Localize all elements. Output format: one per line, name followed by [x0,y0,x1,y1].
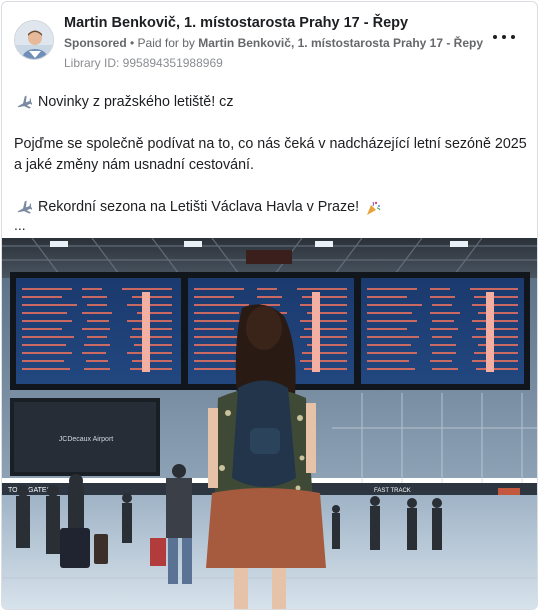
sponsored-label[interactable]: Sponsored [64,36,127,50]
paid-for-prefix: Paid for by [137,36,199,50]
sponsored-line: Sponsored • Paid for by Martin Benkovič,… [64,36,483,50]
ad-post-card: Martin Benkovič, 1. místostarosta Prahy … [1,1,538,610]
more-dots-icon[interactable] [493,30,515,44]
post-text: Novinky z pražského letiště! cz Pojďme s… [14,92,529,232]
meta-separator: • [126,36,138,50]
more-dot [493,35,497,39]
party-popper-icon [365,200,381,216]
author-name[interactable]: Martin Benkovič, 1. místostarosta Prahy … [64,15,408,31]
sign-to: TO [8,487,18,494]
sign-fast-track: FAST TRACK [374,488,411,494]
headline-text: Novinky z pražského letiště! cz [38,94,234,110]
more-dot [502,35,506,39]
headline-line: Novinky z pražského letiště! cz [14,92,529,113]
author-avatar[interactable] [14,20,54,60]
more-dot [511,35,515,39]
screen-label: JCDecaux Airport [59,436,114,443]
paid-for-name[interactable]: Martin Benkovič, 1. místostarosta Prahy … [198,36,483,50]
see-more-ellipsis[interactable]: ... [14,218,529,232]
record-line: Rekordní sezona na Letišti Václava Havla… [14,197,529,218]
ad-image[interactable]: JCDecaux Airport TO GATES FAST TRACK [2,238,537,609]
intro-paragraph: Pojďme se společně podívat na to, co nás… [14,136,527,173]
airplane-icon [16,95,32,111]
record-text: Rekordní sezona na Letišti Václava Havla… [38,199,360,215]
post-header: Martin Benkovič, 1. místostarosta Prahy … [2,2,537,78]
library-id: Library ID: 995894351988969 [64,56,223,70]
airplane-icon [16,200,32,216]
